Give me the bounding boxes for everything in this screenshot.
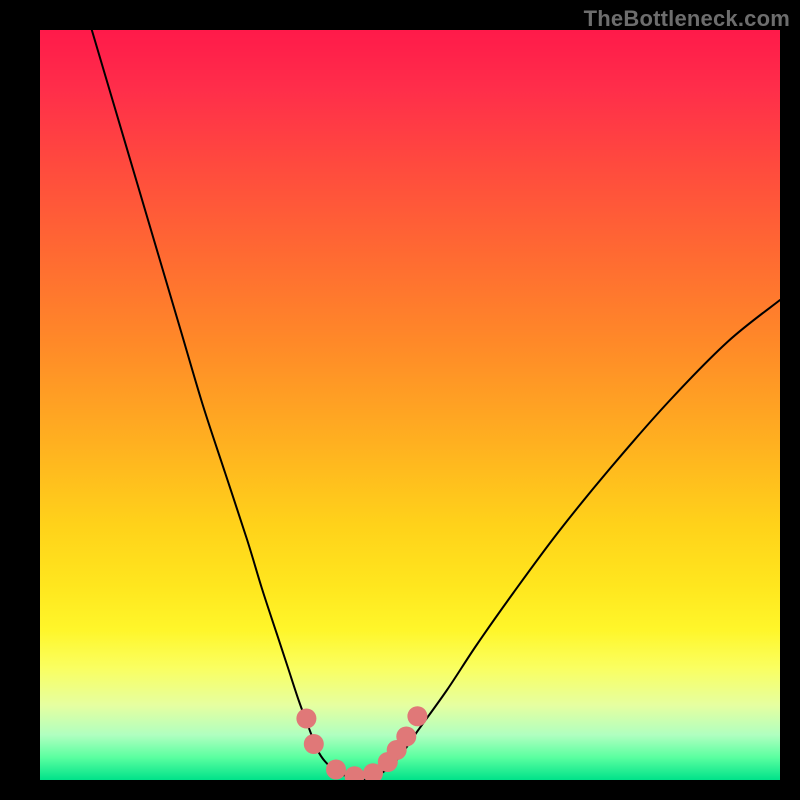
- marker-left-lower: [304, 734, 324, 754]
- marker-right-3: [396, 727, 416, 747]
- chart-frame: TheBottleneck.com: [0, 0, 800, 800]
- marker-right-4: [407, 706, 427, 726]
- bottleneck-curve: [92, 30, 780, 780]
- watermark-text: TheBottleneck.com: [584, 6, 790, 32]
- plot-area: [40, 30, 780, 780]
- marker-bottom-2: [345, 766, 365, 780]
- marker-left-upper: [296, 709, 316, 729]
- marker-bottom-1: [326, 760, 346, 780]
- chart-overlay: [40, 30, 780, 780]
- curve-markers: [296, 706, 427, 780]
